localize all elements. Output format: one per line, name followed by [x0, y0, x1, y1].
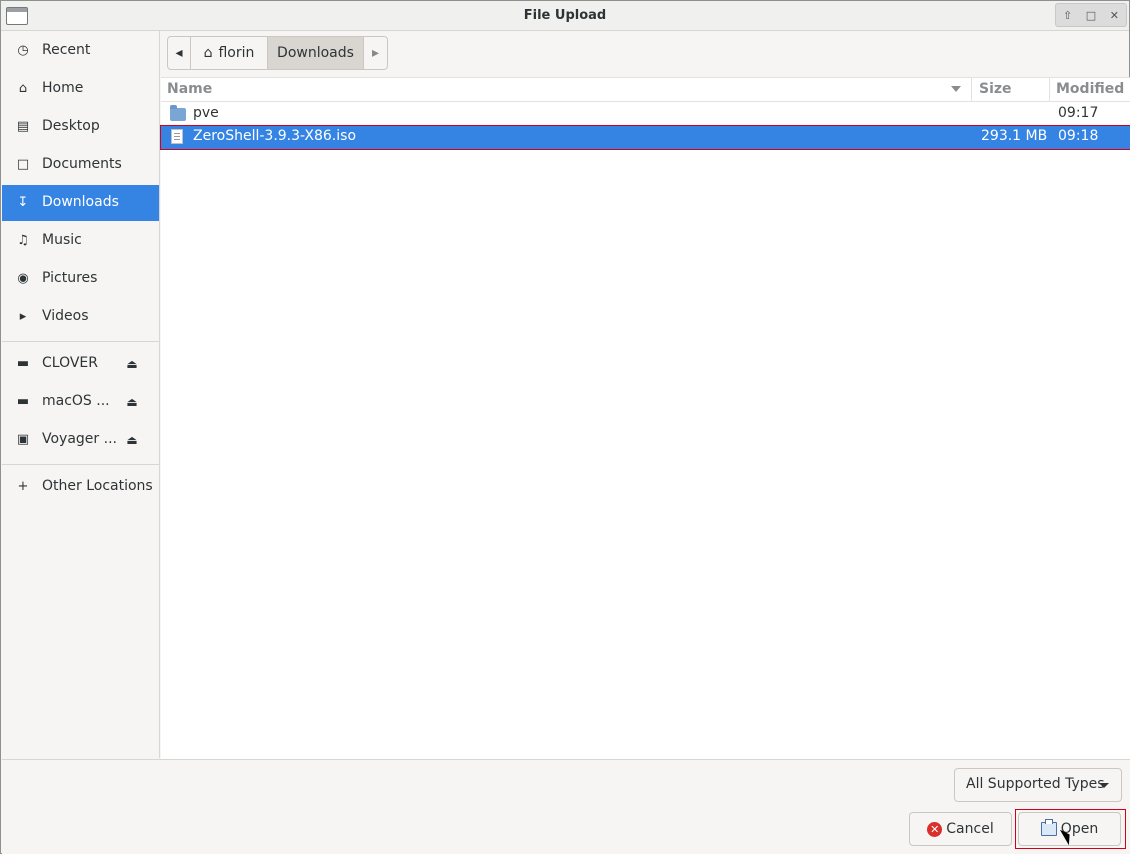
window-title: File Upload — [523, 8, 607, 23]
folder-icon — [170, 105, 186, 121]
sidebar-item-macos[interactable]: ▬ macOS ... ⏏ — [2, 384, 159, 420]
sidebar-item-label: Pictures — [42, 270, 98, 286]
sidebar-separator — [2, 464, 159, 465]
window-controls: ⇧ □ ✕ — [1055, 3, 1127, 27]
file-row-zeroshell[interactable]: ZeroShell-3.9.3-X86.iso 293.1 MB 09:18 — [160, 125, 1130, 150]
chevron-left-icon: ◂ — [175, 45, 183, 61]
caret-down-icon — [1099, 783, 1109, 788]
column-name-label: Name — [167, 81, 213, 97]
sidebar-item-label: Downloads — [42, 194, 119, 210]
disk-icon: ▣ — [16, 432, 30, 447]
path-current-button[interactable]: Downloads — [268, 36, 364, 70]
title-bar: File Upload ⇧ □ ✕ — [1, 1, 1129, 31]
file-modified: 09:18 — [1058, 128, 1099, 144]
drive-icon: ▬ — [16, 356, 30, 371]
sidebar-item-downloads[interactable]: ↧ Downloads — [2, 185, 159, 221]
download-icon: ↧ — [17, 195, 29, 210]
filter-label: All Supported Types — [966, 776, 1105, 792]
sidebar-item-label: Other Locations — [42, 478, 153, 494]
sort-down-icon — [951, 86, 961, 92]
file-icon — [171, 129, 183, 144]
eject-icon[interactable]: ⏏ — [125, 433, 139, 447]
file-name: pve — [193, 105, 219, 121]
document-icon: □ — [16, 157, 30, 172]
cancel-button[interactable]: ✕ Cancel — [909, 812, 1012, 846]
home-icon: ⌂ — [203, 45, 213, 61]
video-icon: ▸ — [19, 309, 27, 324]
sidebar-item-label: Desktop — [42, 118, 100, 134]
sidebar-item-label: Documents — [42, 156, 122, 172]
folder-icon: ▤ — [16, 119, 30, 134]
file-size: 293.1 MB — [981, 128, 1048, 144]
plus-icon: + — [17, 479, 29, 494]
shade-icon[interactable]: ⇧ — [1058, 5, 1078, 25]
file-modified: 09:17 — [1058, 105, 1099, 121]
column-header-name[interactable]: Name — [161, 78, 972, 102]
clock-icon: ◷ — [17, 43, 29, 58]
sidebar-item-recent[interactable]: ◷ Recent — [2, 33, 159, 69]
chevron-right-icon: ▸ — [371, 45, 380, 61]
maximize-icon[interactable]: □ — [1081, 5, 1101, 25]
sidebar-item-pictures[interactable]: ◉ Pictures — [2, 261, 159, 297]
path-back-button[interactable]: ◂ — [167, 36, 191, 70]
file-name: ZeroShell-3.9.3-X86.iso — [193, 128, 357, 144]
cancel-label: Cancel — [946, 821, 994, 837]
sidebar-item-label: Voyager ... — [42, 431, 117, 447]
sidebar-item-voyager[interactable]: ▣ Voyager ... ⏏ — [2, 422, 159, 458]
column-size-label: Size — [979, 81, 1012, 97]
eject-icon[interactable]: ⏏ — [125, 395, 139, 409]
column-header-modified[interactable]: Modified — [1050, 78, 1130, 102]
column-modified-label: Modified — [1056, 81, 1125, 97]
sidebar-item-videos[interactable]: ▸ Videos — [2, 299, 159, 335]
open-folder-icon — [1040, 819, 1057, 836]
sidebar-item-label: Recent — [42, 42, 91, 58]
path-home-label: florin — [218, 45, 255, 61]
drive-icon: ▬ — [16, 394, 30, 409]
sidebar-item-label: Home — [42, 80, 84, 96]
sidebar-item-label: Videos — [42, 308, 89, 324]
places-sidebar: ◷ Recent ⌂ Home ▤ Desktop □ Documents ↧ … — [2, 31, 160, 758]
home-icon: ⌂ — [18, 81, 28, 96]
camera-icon: ◉ — [17, 271, 29, 286]
sidebar-item-clover[interactable]: ▬ CLOVER ⏏ — [2, 346, 159, 382]
sidebar-item-label: CLOVER — [42, 355, 98, 371]
sidebar-item-label: macOS ... — [42, 393, 110, 409]
path-forward-button[interactable]: ▸ — [364, 36, 388, 70]
sidebar-item-home[interactable]: ⌂ Home — [2, 71, 159, 107]
sidebar-item-other-locations[interactable]: + Other Locations — [2, 469, 159, 505]
file-upload-dialog: File Upload ⇧ □ ✕ ◷ Recent ⌂ Home ▤ Desk… — [0, 0, 1130, 854]
column-header-size[interactable]: Size — [972, 78, 1050, 102]
sidebar-item-desktop[interactable]: ▤ Desktop — [2, 109, 159, 145]
close-icon[interactable]: ✕ — [1104, 5, 1124, 25]
file-list: Name Size Modified pve 09:17 ZeroShell-3… — [160, 77, 1130, 759]
path-current-label: Downloads — [277, 45, 354, 61]
cancel-icon: ✕ — [927, 821, 943, 837]
path-bar: ◂ ⌂ florin Downloads ▸ — [167, 36, 388, 70]
sidebar-item-documents[interactable]: □ Documents — [2, 147, 159, 183]
file-type-filter-dropdown[interactable]: All Supported Types — [954, 768, 1122, 802]
file-row-pve[interactable]: pve 09:17 — [161, 103, 1130, 126]
sidebar-item-music[interactable]: ♫ Music — [2, 223, 159, 259]
sidebar-separator — [2, 341, 159, 342]
music-icon: ♫ — [17, 233, 29, 248]
sidebar-item-label: Music — [42, 232, 82, 248]
dialog-footer: All Supported Types ✕ Cancel Open — [2, 759, 1130, 854]
eject-icon[interactable]: ⏏ — [125, 357, 139, 371]
path-home-button[interactable]: ⌂ florin — [191, 36, 268, 70]
